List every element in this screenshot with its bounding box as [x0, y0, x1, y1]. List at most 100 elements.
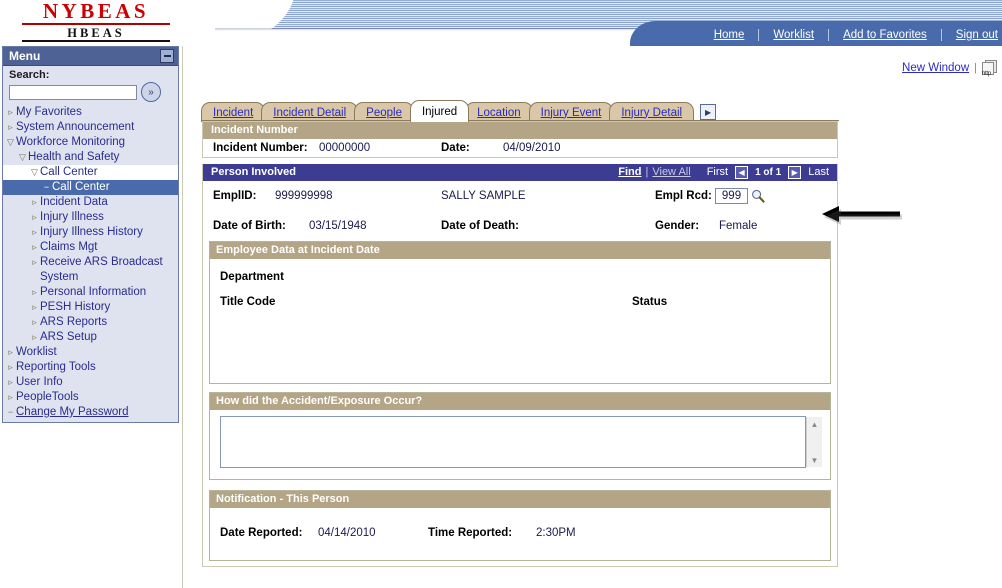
employee-data-header: Employee Data at Incident Date — [210, 242, 830, 259]
top-navbar-links: Home Worklist Add to Favorites Sign out — [700, 21, 1002, 48]
nav-link-worklist[interactable]: Worklist — [759, 28, 830, 41]
minimize-icon[interactable] — [160, 49, 174, 63]
sidebar-item-label: PESH History — [40, 301, 111, 313]
tab-injury-event[interactable]: Injury Event — [528, 102, 614, 122]
chevron-right-icon: ▹ — [8, 377, 13, 387]
date-reported-value: 04/14/2010 — [318, 527, 376, 539]
chevron-right-icon: ▹ — [8, 122, 13, 132]
tab-label: People — [366, 106, 402, 119]
employee-data-body: Department Title Code Status — [210, 259, 830, 383]
tab-label: Incident — [213, 106, 254, 119]
next-row-icon[interactable]: ▶ — [788, 166, 802, 179]
incident-number-header: Incident Number — [203, 122, 837, 139]
search-go-icon[interactable]: » — [141, 82, 161, 102]
chevron-right-icon: ▹ — [32, 302, 37, 312]
find-link[interactable]: Find — [618, 166, 641, 179]
tab-incident[interactable]: Incident — [201, 102, 266, 122]
search-row: » — [3, 82, 178, 105]
chevron-right-icon: ▹ — [32, 257, 37, 267]
tabs-next-arrow-icon[interactable]: ▶ — [700, 104, 717, 120]
sidebar-item-injury-illness[interactable]: ▹ Injury Illness — [3, 210, 178, 225]
sidebar-item-pesh-history[interactable]: ▹ PESH History — [3, 300, 178, 315]
sidebar-item-ars-reports[interactable]: ▹ ARS Reports — [3, 315, 178, 330]
scroll-up-icon[interactable]: ▲ — [807, 417, 822, 431]
sidebar-item-label: Injury Illness — [40, 211, 104, 223]
form-panels: Incident Number Incident Number: 0000000… — [202, 121, 838, 573]
tab-people[interactable]: People — [354, 102, 414, 122]
accident-textarea-wrap: ▲ ▼ — [220, 416, 822, 471]
sidebar-item-receive-ars-broadcast-system[interactable]: ▹ Receive ARS Broadcast System — [3, 255, 178, 285]
accident-occurrence-body: ▲ ▼ — [210, 416, 830, 471]
time-reported-label: Time Reported: — [428, 527, 513, 539]
incident-date-value: 04/09/2010 — [503, 142, 561, 154]
sidebar-item-claims-mgt[interactable]: ▹ Claims Mgt — [3, 240, 178, 255]
sidebar-item-worklist[interactable]: ▹ Worklist — [3, 345, 178, 360]
sidebar-item-injury-illness-history[interactable]: ▹ Injury Illness History — [3, 225, 178, 240]
tab-location[interactable]: Location — [465, 102, 533, 122]
menu-list: ▹ My Favorites ▹ System Announcement ▽ W… — [3, 105, 178, 422]
tab-injury-detail[interactable]: Injury Detail — [609, 102, 695, 122]
sidebar-item-label: Personal Information — [40, 286, 147, 298]
time-reported-value: 2:30PM — [536, 527, 576, 539]
tab-injured[interactable]: Injured — [409, 100, 470, 122]
new-window-link[interactable]: New Window — [902, 62, 969, 74]
page-toolbar: New Window | http — [902, 60, 997, 77]
nav-link-home[interactable]: Home — [700, 28, 760, 41]
sidebar-item-reporting-tools[interactable]: ▹ Reporting Tools — [3, 360, 178, 375]
sidebar-item-label: Receive ARS Broadcast System — [40, 256, 163, 283]
sidebar-item-change-my-password[interactable]: − Change My Password — [3, 405, 178, 420]
chevron-right-icon: ▹ — [32, 332, 37, 342]
tab-incident-detail[interactable]: Incident Detail — [261, 102, 359, 122]
nav-link-sign-out[interactable]: Sign out — [942, 29, 1002, 41]
accident-description-textarea[interactable] — [220, 416, 806, 468]
search-input[interactable] — [9, 84, 137, 100]
tab-label: Injury Event — [540, 106, 602, 119]
top-navbar: Home Worklist Add to Favorites Sign out — [630, 21, 1002, 48]
help-http-icon[interactable]: http — [982, 60, 997, 77]
sidebar-item-call-center-folder[interactable]: ▽ Call Center — [3, 165, 178, 180]
textarea-scrollbar[interactable]: ▲ ▼ — [806, 417, 822, 467]
sidebar-item-incident-data[interactable]: ▹ Incident Data — [3, 195, 178, 210]
sidebar-item-peopletools[interactable]: ▹ PeopleTools — [3, 390, 178, 405]
sidebar-item-ars-setup[interactable]: ▹ ARS Setup — [3, 330, 178, 345]
sidebar-item-personal-information[interactable]: ▹ Personal Information — [3, 285, 178, 300]
sidebar-item-label: Health and Safety — [28, 151, 120, 163]
sidebar-item-workforce-monitoring[interactable]: ▽ Workforce Monitoring — [3, 135, 178, 150]
notification-body: Date Reported: 04/14/2010 Time Reported:… — [210, 508, 830, 560]
last-label[interactable]: Last — [808, 166, 829, 179]
tab-label: Location — [477, 106, 521, 119]
view-all-link[interactable]: View All — [652, 166, 690, 179]
logo-sub-text: HBEAS — [22, 27, 170, 42]
menu-sidebar: Menu Search: » ▹ My Favorites ▹ System A… — [2, 46, 179, 423]
minus-icon: − — [7, 407, 14, 417]
employee-data-subgroup: Employee Data at Incident Date Departmen… — [209, 241, 831, 384]
sidebar-item-call-center-selected[interactable]: − Call Center — [3, 180, 178, 195]
lookup-magnifying-glass-icon[interactable] — [751, 189, 765, 203]
person-involved-header: Person Involved Find | View All First ◀ … — [203, 164, 837, 181]
sidebar-item-label: User Info — [16, 376, 63, 388]
search-label: Search: — [9, 69, 50, 81]
tab-label: Incident Detail — [273, 106, 347, 119]
first-label[interactable]: First — [707, 166, 728, 179]
sidebar-item-user-info[interactable]: ▹ User Info — [3, 375, 178, 390]
row-counter: 1 of 1 — [755, 167, 782, 178]
previous-row-icon[interactable]: ◀ — [735, 166, 749, 179]
chevron-right-icon: ▹ — [8, 362, 13, 372]
toolbar-separator: | — [974, 62, 977, 74]
sidebar-item-my-favorites[interactable]: ▹ My Favorites — [3, 105, 178, 120]
empl-rcd-input[interactable] — [715, 188, 748, 204]
scroll-down-icon[interactable]: ▼ — [807, 453, 822, 467]
tab-bar: Incident Incident Detail People Injured … — [201, 100, 717, 122]
sidebar-item-health-and-safety[interactable]: ▽ Health and Safety — [3, 150, 178, 165]
sidebar-item-system-announcement[interactable]: ▹ System Announcement — [3, 120, 178, 135]
sidebar-item-label: PeopleTools — [16, 391, 79, 403]
person-involved-group: Person Involved Find | View All First ◀ … — [202, 164, 838, 567]
sidebar-item-label: Incident Data — [40, 196, 108, 208]
incident-number-row: Incident Number: 00000000 Date: 04/09/20… — [203, 139, 837, 157]
person-involved-title: Person Involved — [211, 166, 296, 178]
sidebar-item-label: Reporting Tools — [16, 361, 96, 373]
nav-separator: | — [645, 166, 649, 178]
nav-link-add-to-favorites[interactable]: Add to Favorites — [829, 28, 942, 41]
accident-occurrence-header: How did the Accident/Exposure Occur? — [210, 393, 830, 410]
help-icon-label: http — [982, 71, 991, 77]
